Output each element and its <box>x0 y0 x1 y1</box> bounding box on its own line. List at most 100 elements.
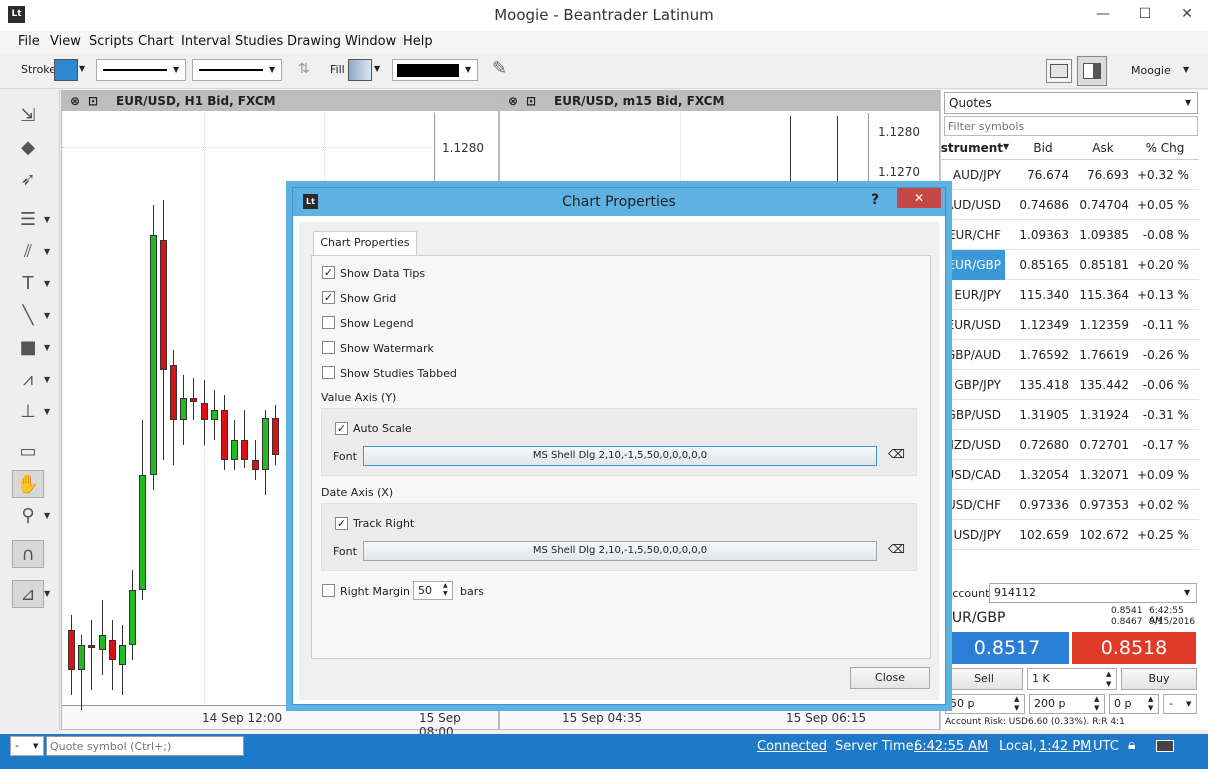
line-tool-icon[interactable]: ╲ <box>12 302 44 330</box>
pointer-icon[interactable]: ⇲ <box>12 102 44 130</box>
buy-price-button[interactable]: 0.8518 <box>1072 632 1196 664</box>
chevron-down-icon[interactable]: ▼ <box>44 206 56 234</box>
chevron-down-icon[interactable]: ▼ <box>44 302 56 330</box>
auto-scale-checkbox[interactable]: ✓ <box>335 422 348 435</box>
sort-down-icon[interactable]: ▼ <box>1003 142 1009 151</box>
quote-row[interactable]: USD/CHF 0.97336 0.97353 +0.02 % <box>941 490 1199 520</box>
order-type-dropdown[interactable]: - ▼ <box>1163 694 1197 714</box>
right-margin-checkbox[interactable] <box>322 584 335 597</box>
quote-row[interactable]: EUR/GBP 0.85165 0.85181 +0.20 % <box>941 250 1199 280</box>
help-button[interactable]: ? <box>871 192 879 208</box>
layout-split-icon[interactable] <box>1077 56 1107 86</box>
horizontal-lines-icon[interactable]: ☰ <box>12 206 44 234</box>
fill-color-swatch[interactable] <box>348 59 372 81</box>
symbol-type-dropdown[interactable]: - ▼ <box>10 736 44 756</box>
parallel-lines-icon[interactable]: ⫽ <box>12 238 44 266</box>
local-time[interactable]: 1:42 PM <box>1039 739 1091 754</box>
menu-file[interactable]: File <box>18 34 40 49</box>
text-tool-icon[interactable]: T <box>12 270 44 298</box>
lock-drawing-icon[interactable]: ⊿ <box>12 580 44 608</box>
chevron-down-icon[interactable]: ▼ <box>374 64 380 73</box>
quote-row[interactable]: USD/CAD 1.32054 1.32071 +0.09 % <box>941 460 1199 490</box>
quantity-stepper[interactable]: 1 K ▲ ▼ <box>1027 668 1117 690</box>
eraser-tool-icon[interactable]: ◆ <box>12 134 44 162</box>
option-checkbox[interactable] <box>322 316 335 329</box>
sell-button[interactable]: Sell <box>945 668 1023 690</box>
chevron-down-icon[interactable]: ▼ <box>44 270 56 298</box>
pen-icon[interactable]: ➶ <box>12 166 44 194</box>
take-profit-stepper[interactable]: 200 p ▲ ▼ <box>1029 694 1105 714</box>
fill-style-combo[interactable]: ▼ <box>392 59 478 81</box>
sell-price-button[interactable]: 0.8517 <box>945 632 1069 664</box>
stamp-tool-icon[interactable]: ⊥ <box>12 398 44 426</box>
quotes-dropdown[interactable]: Quotes ▼ <box>944 92 1198 114</box>
chevron-down-icon[interactable]: ▼ <box>44 238 56 266</box>
workspace-selector[interactable]: Moogie <box>1131 64 1171 77</box>
detach-chart-icon[interactable]: ⊡ <box>526 91 536 111</box>
option-checkbox[interactable]: ✓ <box>322 291 335 304</box>
menu-studies[interactable]: Studies <box>235 34 283 49</box>
option-checkbox[interactable]: ✓ <box>322 266 335 279</box>
magnet-icon[interactable]: ∩ <box>12 540 44 568</box>
filter-symbols-input[interactable] <box>944 116 1198 136</box>
chevron-down-icon[interactable]: ▼ <box>44 502 56 530</box>
quote-row[interactable]: USD/JPY 102.659 102.672 +0.25 % <box>941 520 1199 550</box>
quote-row[interactable]: EUR/JPY 115.340 115.364 +0.13 % <box>941 280 1199 310</box>
quote-row[interactable]: EUR/CHF 1.09363 1.09385 -0.08 % <box>941 220 1199 250</box>
close-button[interactable]: Close <box>850 667 930 689</box>
detach-chart-icon[interactable]: ⊡ <box>88 91 98 111</box>
stroke-width-combo[interactable]: ▼ <box>192 59 282 81</box>
hand-pan-icon[interactable]: ✋ <box>12 470 44 498</box>
col-bid[interactable]: Bid <box>1013 141 1073 155</box>
account-dropdown[interactable]: 914112 ▼ <box>989 583 1197 603</box>
col-ask[interactable]: Ask <box>1073 141 1133 155</box>
buy-button[interactable]: Buy <box>1121 668 1197 690</box>
tab-chart-properties[interactable]: Chart Properties <box>313 231 417 256</box>
eraser-icon[interactable]: ✎ <box>492 58 507 79</box>
pattern-tool-icon[interactable]: ⩘ <box>12 366 44 394</box>
quote-row[interactable]: AUD/USD 0.74686 0.74704 +0.05 % <box>941 190 1199 220</box>
lock-icon[interactable]: 🔒︎ <box>1128 737 1135 753</box>
stroke-color-swatch[interactable] <box>54 59 78 81</box>
chevron-down-icon[interactable]: ▼ <box>44 366 56 394</box>
chevron-down-icon[interactable]: ▼ <box>44 580 56 608</box>
col-chg[interactable]: % Chg <box>1135 141 1195 155</box>
stroke-line-style-combo[interactable]: ▼ <box>96 59 186 81</box>
menu-interval[interactable]: Interval <box>181 34 231 49</box>
connection-status[interactable]: Connected <box>757 739 827 754</box>
option-checkbox[interactable] <box>322 341 335 354</box>
stop-loss-stepper[interactable]: 50 p ▲ ▼ <box>945 694 1025 714</box>
maximize-button[interactable]: ☐ <box>1124 0 1166 28</box>
right-margin-stepper[interactable]: 50 ▲ ▼ <box>413 581 453 600</box>
quote-symbol-input[interactable] <box>46 736 244 756</box>
clear-font-icon[interactable]: ⌫ <box>888 542 905 556</box>
menu-view[interactable]: View <box>50 34 81 49</box>
close-window-button[interactable]: ✕ <box>1166 0 1208 28</box>
date-axis-font-button[interactable]: MS Shell Dlg 2,10,-1,5,50,0,0,0,0,0 <box>363 541 877 561</box>
layout-single-icon[interactable] <box>1046 59 1072 83</box>
track-right-checkbox[interactable]: ✓ <box>335 517 348 530</box>
option-checkbox[interactable] <box>322 366 335 379</box>
value-axis-font-button[interactable]: MS Shell Dlg 2,10,-1,5,50,0,0,0,0,0 <box>363 446 877 466</box>
minimize-button[interactable]: — <box>1082 0 1124 28</box>
quote-row[interactable]: GBP/USD 1.31905 1.31924 -0.31 % <box>941 400 1199 430</box>
menu-chart[interactable]: Chart <box>138 34 174 49</box>
rectangle-tool-icon[interactable]: ■ <box>12 334 44 362</box>
menu-drawing[interactable]: Drawing <box>287 34 341 49</box>
menu-scripts[interactable]: Scripts <box>89 34 133 49</box>
menu-help[interactable]: Help <box>403 34 433 49</box>
chevron-down-icon[interactable]: ▼ <box>1183 65 1189 74</box>
chevron-down-icon[interactable]: ▼ <box>44 334 56 362</box>
trailing-stepper[interactable]: 0 p ▲ ▼ <box>1109 694 1159 714</box>
ruler-icon[interactable]: ▭ <box>12 438 44 466</box>
zoom-icon[interactable]: ⚲ <box>12 502 44 530</box>
quote-row[interactable]: GBP/JPY 135.418 135.442 -0.06 % <box>941 370 1199 400</box>
close-chart-icon[interactable]: ⊗ <box>70 91 80 111</box>
quote-row[interactable]: GBP/AUD 1.76592 1.76619 -0.26 % <box>941 340 1199 370</box>
screen-icon[interactable] <box>1156 740 1174 752</box>
chevron-down-icon[interactable]: ▼ <box>44 398 56 426</box>
chevron-down-icon[interactable]: ▼ <box>79 64 85 73</box>
menu-window[interactable]: Window <box>345 34 396 49</box>
dialog-close-button[interactable]: ✕ <box>897 188 941 208</box>
quote-row[interactable]: AUD/JPY 76.674 76.693 +0.32 % <box>941 160 1199 190</box>
